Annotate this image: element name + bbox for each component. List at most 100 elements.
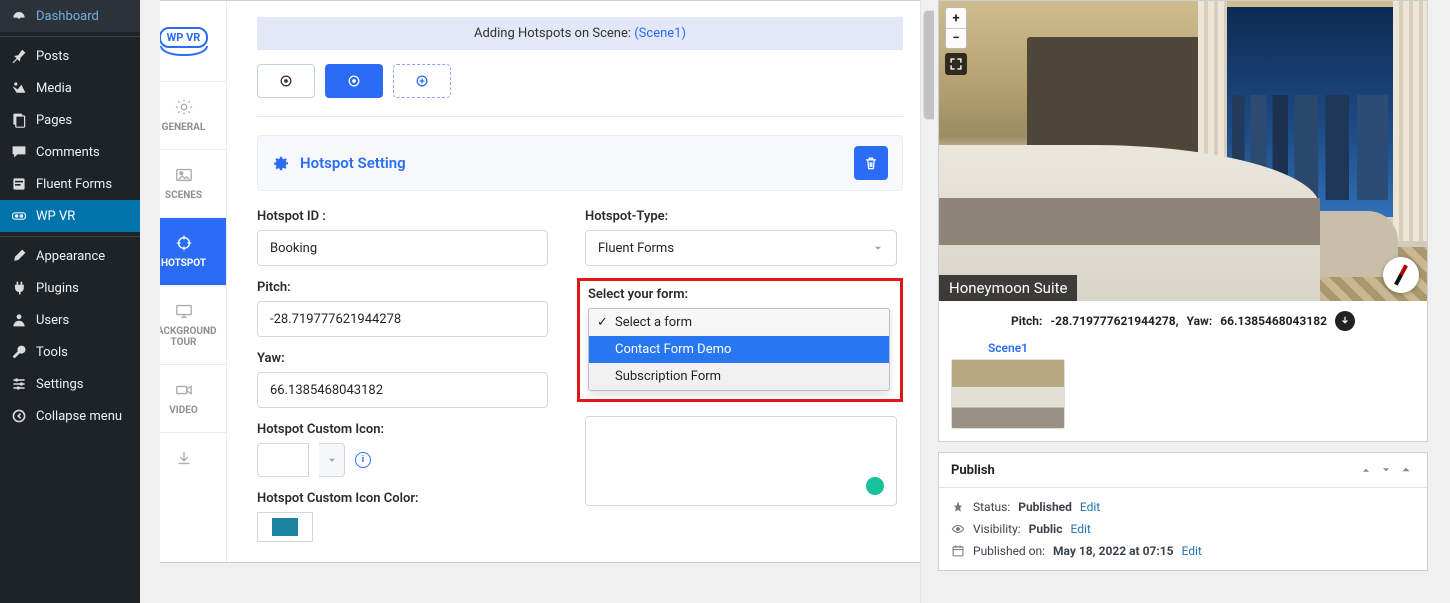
tools-item[interactable]: Tools <box>0 336 140 368</box>
tab-video[interactable]: VIDEO <box>141 364 226 432</box>
scene-notice: Adding Hotspots on Scene: (Scene1) <box>257 17 903 50</box>
scene-caption: Honeymoon Suite <box>939 275 1077 301</box>
tab-hotspot[interactable]: HOTSPOT <box>141 217 226 285</box>
visibility-label: Visibility: <box>973 522 1021 536</box>
pitch-label: Pitch: <box>257 280 563 295</box>
panorama-preview[interactable]: + − Honeymoon Suite <box>939 1 1427 301</box>
hotspot-setting-title: Hotspot Setting <box>300 154 844 172</box>
pages-item[interactable]: Pages <box>0 104 140 136</box>
download-icon <box>175 449 193 467</box>
tab-scenes-label: SCENES <box>165 190 202 201</box>
wrench-icon <box>10 343 28 361</box>
hotspot-id-input[interactable]: Booking <box>257 230 548 266</box>
plugins-item[interactable]: Plugins <box>0 272 140 304</box>
comments-item[interactable]: Comments <box>0 136 140 168</box>
pin-icon <box>951 500 965 514</box>
appearance-label: Appearance <box>36 249 105 264</box>
collapse-label: Collapse menu <box>36 409 122 424</box>
scene-link[interactable]: (Scene1) <box>634 26 686 41</box>
editor-tabs: WP VR GENERAL SCENES HOTSPOT <box>141 1 227 562</box>
appearance-item[interactable]: Appearance <box>0 236 140 272</box>
posts-item[interactable]: Posts <box>0 36 140 72</box>
gear-icon <box>175 98 193 116</box>
vr-icon <box>10 207 28 225</box>
users-label: Users <box>36 313 69 328</box>
dashboard-label: Dashboard <box>36 9 99 24</box>
publish-title: Publish <box>951 463 1355 478</box>
dashboard-item[interactable]: Dashboard <box>0 0 140 32</box>
eye-icon <box>951 522 965 536</box>
media-label: Media <box>36 81 72 96</box>
delete-hotspot-button[interactable] <box>854 146 888 180</box>
zoom-in-button[interactable]: + <box>946 8 966 28</box>
scene-thumbnail[interactable] <box>951 359 1065 429</box>
settings-item[interactable]: Settings <box>0 368 140 400</box>
fullscreen-button[interactable] <box>945 53 967 75</box>
yaw-input[interactable]: 66.1385468043182 <box>257 372 548 408</box>
hover-content-textarea[interactable] <box>585 416 897 506</box>
form-select-dropdown[interactable]: Select a form Contact Form Demo Subscrip… <box>588 308 890 391</box>
users-item[interactable]: Users <box>0 304 140 336</box>
form-option-placeholder[interactable]: Select a form <box>589 309 889 336</box>
monitor-icon <box>175 302 193 320</box>
panel-up-button[interactable] <box>1357 461 1375 479</box>
tab-general[interactable]: GENERAL <box>141 81 226 149</box>
tab-extra[interactable] <box>141 432 226 489</box>
copy-coords-button[interactable] <box>1335 311 1355 331</box>
hotspot-slot-1[interactable] <box>257 64 315 98</box>
form-option-subscription[interactable]: Subscription Form <box>589 363 889 390</box>
hotspot-slot-2[interactable] <box>325 64 383 98</box>
edit-visibility-link[interactable]: Edit <box>1070 522 1090 536</box>
collapse-item[interactable]: Collapse menu <box>0 400 140 432</box>
yaw-label: Yaw: <box>257 351 563 366</box>
color-swatch[interactable] <box>257 512 313 542</box>
panel-toggle-button[interactable] <box>1397 461 1415 479</box>
fluent-forms-item[interactable]: Fluent Forms <box>0 168 140 200</box>
zoom-out-button[interactable]: − <box>946 28 966 48</box>
fluent-forms-label: Fluent Forms <box>36 177 112 192</box>
panel-down-button[interactable] <box>1377 461 1395 479</box>
visibility-value: Public <box>1029 522 1063 536</box>
published-value: May 18, 2022 at 07:15 <box>1053 544 1173 558</box>
users-icon <box>10 311 28 329</box>
hotspot-add[interactable] <box>393 64 451 98</box>
settings-label: Settings <box>36 377 83 392</box>
media-item[interactable]: Media <box>0 72 140 104</box>
compass-icon[interactable] <box>1383 257 1419 293</box>
pages-icon <box>10 111 28 129</box>
edit-date-link[interactable]: Edit <box>1182 544 1202 558</box>
coords-display: Pitch: -28.719777621944278, Yaw: 66.1385… <box>939 301 1427 341</box>
zoom-controls: + − <box>945 7 967 49</box>
calendar-icon <box>951 544 965 558</box>
pitch-input[interactable]: -28.719777621944278 <box>257 301 548 337</box>
vertical-scrollbar[interactable] <box>920 0 934 603</box>
status-value: Published <box>1018 500 1072 514</box>
crosshair-icon <box>175 234 193 252</box>
video-icon <box>175 381 193 399</box>
custom-icon-dropdown[interactable] <box>319 443 345 477</box>
tab-hotspot-label: HOTSPOT <box>161 258 206 269</box>
edit-status-link[interactable]: Edit <box>1080 500 1100 514</box>
hotspot-type-select[interactable]: Fluent Forms <box>585 230 897 266</box>
tab-scenes[interactable]: SCENES <box>141 149 226 217</box>
comments-icon <box>10 143 28 161</box>
form-icon <box>10 175 28 193</box>
grammarly-icon <box>866 477 884 495</box>
preview-card: + − Honeymoon Suite Pitch: -28.719777621… <box>938 0 1428 442</box>
hotspot-type-label: Hotspot-Type: <box>585 209 903 224</box>
comments-label: Comments <box>36 145 100 160</box>
media-icon <box>10 79 28 97</box>
wpvr-logo: WP VR <box>141 1 226 81</box>
plug-icon <box>10 279 28 297</box>
scene-thumb-label: Scene1 <box>951 341 1065 355</box>
dashboard-icon <box>10 7 28 25</box>
form-option-contact-demo[interactable]: Contact Form Demo <box>589 336 889 363</box>
custom-icon-box[interactable] <box>257 443 309 477</box>
posts-label: Posts <box>36 49 69 64</box>
tab-general-label: GENERAL <box>162 122 206 133</box>
wpvr-item[interactable]: WP VR <box>0 200 140 232</box>
hotspot-setting-header: Hotspot Setting <box>257 135 903 191</box>
tab-background-tour[interactable]: BACKGROUND TOUR <box>141 285 226 364</box>
tab-video-label: VIDEO <box>169 405 197 416</box>
info-icon[interactable]: i <box>355 452 371 468</box>
